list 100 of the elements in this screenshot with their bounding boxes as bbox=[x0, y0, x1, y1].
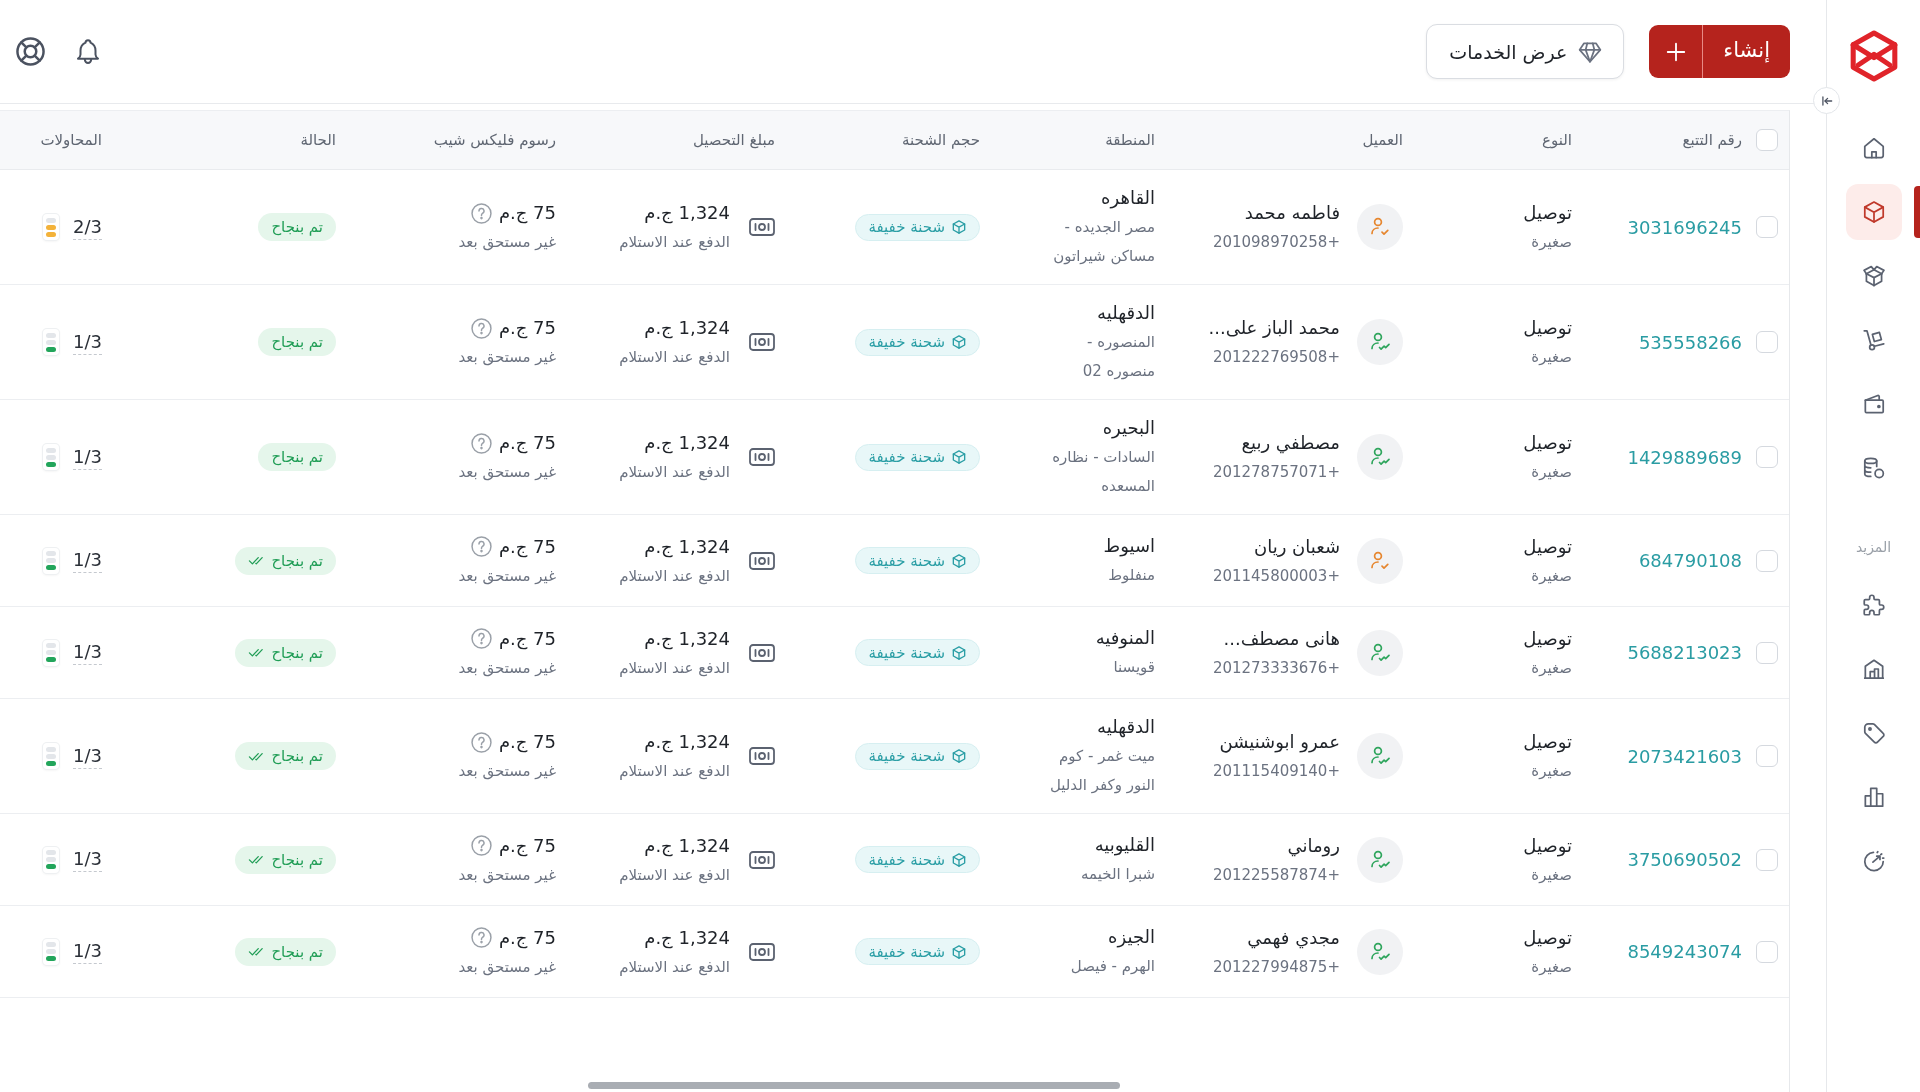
shipment-size-text: شحنة خفيفة bbox=[868, 643, 945, 662]
banknote-icon bbox=[749, 643, 775, 662]
attempts-count: 1/3 bbox=[73, 329, 102, 355]
row-checkbox[interactable] bbox=[1756, 940, 1778, 963]
collection-amount: 1,324 ج.م bbox=[644, 730, 730, 755]
tracking-number-link[interactable]: 8549243074 bbox=[1627, 941, 1742, 962]
row-checkbox[interactable] bbox=[1756, 446, 1778, 468]
shipment-type: توصيل bbox=[1523, 626, 1572, 652]
customer-name: مصطفي ربيع bbox=[1241, 431, 1340, 456]
column-header: رسوم فليكس شيب bbox=[432, 131, 556, 149]
banknote-icon bbox=[749, 850, 775, 869]
customer-phone: +201145800003 bbox=[1212, 565, 1340, 587]
tracking-number-link[interactable]: 3031696245 bbox=[1627, 216, 1742, 238]
fee-amount: 75 ج.م bbox=[498, 925, 556, 951]
shipment-type: توصيل bbox=[1523, 201, 1572, 226]
question-icon[interactable] bbox=[470, 731, 492, 753]
customer-phone: +201222769508 bbox=[1212, 347, 1340, 368]
cube-icon bbox=[951, 748, 967, 764]
fee-amount: 75 ج.م bbox=[498, 833, 556, 859]
shipment-type: توصيل bbox=[1523, 925, 1572, 951]
column-header: النوع bbox=[1541, 131, 1572, 149]
fee-note: غير مستحق بعد bbox=[458, 462, 556, 483]
fee-amount: 75 ج.م bbox=[498, 316, 556, 341]
customer-phone: +201273333676 bbox=[1212, 657, 1340, 679]
payment-method: الدفع عند الاستلام bbox=[619, 956, 730, 978]
attempts-count: 1/3 bbox=[73, 939, 102, 964]
open-box-icon bbox=[1860, 263, 1887, 289]
shipment-size-text: شحنة خفيفة bbox=[868, 333, 945, 351]
area: ميت غمر - كوم النور وكفر الدليل bbox=[1049, 742, 1155, 800]
scrollbar-thumb[interactable] bbox=[588, 1081, 1120, 1089]
question-icon[interactable] bbox=[470, 835, 492, 856]
column-header: العميل bbox=[1361, 131, 1403, 149]
fee-note: غير مستحق بعد bbox=[458, 347, 556, 368]
question-icon[interactable] bbox=[470, 317, 492, 339]
fee-amount: 75 ج.م bbox=[498, 431, 556, 456]
row-checkbox[interactable] bbox=[1756, 848, 1778, 871]
area: مصر الجديده - مساكن شيراتون bbox=[1053, 213, 1155, 271]
attempts-count: 1/3 bbox=[73, 640, 102, 665]
shipment-type: توصيل bbox=[1523, 316, 1572, 341]
cube-icon bbox=[951, 334, 967, 350]
status-text: تم بنجاح bbox=[271, 551, 323, 570]
row-checkbox[interactable] bbox=[1756, 331, 1778, 353]
status-text: تم بنجاح bbox=[271, 942, 323, 961]
attempts-count: 1/3 bbox=[73, 444, 102, 470]
tracking-number-link[interactable]: 535558266 bbox=[1638, 331, 1742, 353]
cube-icon bbox=[951, 552, 967, 569]
status-text: تم بنجاح bbox=[271, 643, 323, 662]
row-checkbox[interactable] bbox=[1756, 641, 1778, 664]
payment-method: الدفع عند الاستلام bbox=[619, 232, 730, 253]
row-checkbox[interactable] bbox=[1756, 745, 1778, 767]
governorate: القاهره bbox=[1101, 186, 1155, 211]
collection-amount: 1,324 ج.م bbox=[644, 534, 730, 560]
row-checkbox[interactable] bbox=[1756, 216, 1778, 238]
collection-amount: 1,324 ج.م bbox=[644, 431, 730, 456]
question-icon[interactable] bbox=[470, 432, 492, 454]
question-icon[interactable] bbox=[470, 202, 492, 224]
shipment-size-text: شحنة خفيفة bbox=[868, 551, 945, 570]
collapse-button[interactable] bbox=[1813, 87, 1840, 114]
question-icon[interactable] bbox=[470, 536, 492, 557]
fee-note: غير مستحق بعد bbox=[458, 761, 556, 782]
customer-name: عمرو ابوشنيشن bbox=[1219, 730, 1340, 755]
collapse-arrow-icon bbox=[1819, 93, 1834, 108]
sidebar-item[interactable] bbox=[1845, 184, 1902, 240]
size-class: صغيرة bbox=[1531, 232, 1572, 253]
lifebuoy-icon[interactable] bbox=[14, 35, 47, 68]
column-header: حجم الشحنة bbox=[900, 131, 980, 149]
customer-name: محمد الباز على... bbox=[1208, 316, 1340, 340]
banknote-icon bbox=[749, 747, 775, 765]
governorate: اسيوط bbox=[1103, 534, 1155, 559]
size-class: صغيرة bbox=[1531, 462, 1572, 483]
tracking-number-link[interactable]: 3750690502 bbox=[1627, 849, 1742, 870]
governorate: الدقهليه bbox=[1097, 715, 1155, 740]
tracking-number-link[interactable]: 2073421603 bbox=[1627, 745, 1742, 767]
select-all-checkbox[interactable] bbox=[1756, 129, 1778, 151]
area: منفلوط bbox=[1108, 561, 1155, 590]
tracking-number-link[interactable]: 684790108 bbox=[1638, 550, 1742, 571]
payment-method: الدفع عند الاستلام bbox=[619, 565, 730, 587]
customer-name: روماني bbox=[1287, 833, 1340, 859]
column-header: المنطقة bbox=[1104, 131, 1155, 149]
services-button[interactable]: عرض الخدمات bbox=[1426, 24, 1625, 79]
area: قويسنا bbox=[1113, 653, 1155, 682]
fee-note: غير مستحق بعد bbox=[458, 232, 556, 253]
create-button[interactable]: إنشاء bbox=[1703, 25, 1790, 78]
row-checkbox[interactable] bbox=[1756, 549, 1778, 572]
customer-name: شعبان ريان bbox=[1253, 534, 1340, 559]
customer-phone: +201227994875 bbox=[1212, 956, 1340, 978]
tracking-number-link[interactable]: 5688213023 bbox=[1627, 642, 1742, 663]
tracking-number-link[interactable]: 1429889689 bbox=[1627, 446, 1742, 468]
add-button[interactable] bbox=[1649, 25, 1704, 78]
status-text: تم بنجاح bbox=[271, 850, 323, 869]
fee-note: غير مستحق بعد bbox=[458, 956, 556, 978]
attempts-count: 2/3 bbox=[73, 214, 102, 240]
fee-note: غير مستحق بعد bbox=[458, 657, 556, 679]
shipment-type: توصيل bbox=[1523, 730, 1572, 755]
column-header: الحالة bbox=[299, 131, 336, 149]
question-icon[interactable] bbox=[470, 628, 492, 649]
question-icon[interactable] bbox=[470, 927, 492, 948]
size-class: صغيرة bbox=[1531, 761, 1572, 782]
column-header: مبلغ التحصيل bbox=[691, 131, 775, 149]
size-class: صغيرة bbox=[1531, 657, 1572, 679]
